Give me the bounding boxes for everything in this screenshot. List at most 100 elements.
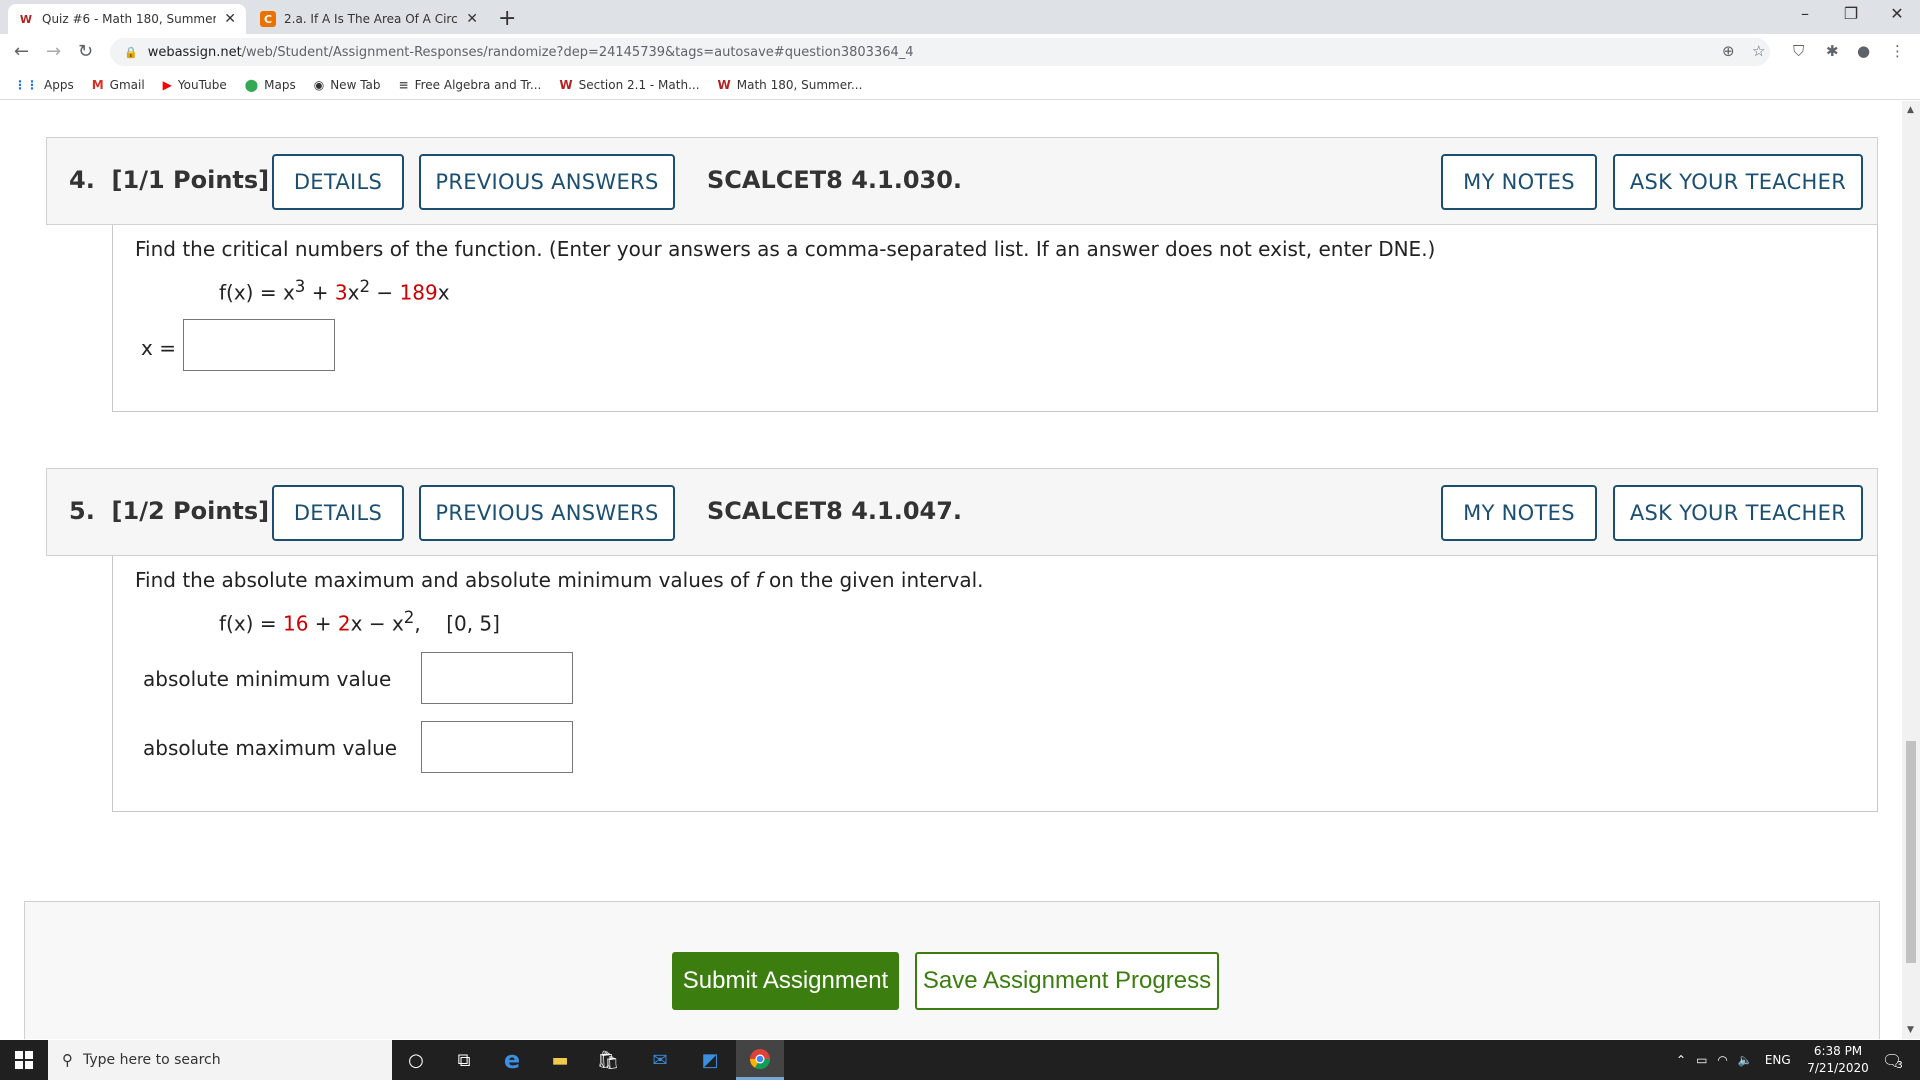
assignment-page: 4. [1/1 Points] DETAILS PREVIOUS ANSWERS…: [0, 101, 1902, 1039]
question-5-formula: f(x) = 16 + 2x − x2, [0, 5]: [219, 608, 500, 636]
book-icon: ≡: [398, 77, 409, 92]
chrome-logo-icon: [749, 1048, 771, 1069]
extensions-puzzle-icon[interactable]: ✱: [1826, 42, 1839, 60]
webassign-icon: W: [717, 77, 731, 92]
question-4-answer-label: x =: [141, 336, 176, 360]
page-scrollbar[interactable]: ▲ ▼: [1902, 101, 1920, 1039]
apps-grid-icon: ⋮⋮: [14, 77, 38, 92]
new-tab-icon[interactable]: +: [498, 6, 516, 31]
wifi-icon[interactable]: ◠: [1717, 1053, 1727, 1067]
tab-title: Quiz #6 - Math 180, Summer 1 2: [42, 12, 217, 26]
question-5-code: SCALCET8 4.1.047.: [707, 497, 963, 525]
chrome-icon[interactable]: [736, 1040, 784, 1080]
reload-icon[interactable]: ↻: [78, 41, 93, 62]
bookmark-free-algebra[interactable]: ≡ Free Algebra and Tr...: [399, 78, 542, 92]
question-5-header: 5. [1/2 Points] DETAILS PREVIOUS ANSWERS…: [46, 468, 1878, 556]
question-4-prompt: Find the critical numbers of the functio…: [135, 237, 1436, 261]
question-5-number: 5. [1/2 Points]: [69, 497, 270, 525]
question-5-prompt: Find the absolute maximum and absolute m…: [135, 568, 984, 592]
bookmarks-bar: ⋮⋮ Apps M Gmail ▶ YouTube ⬤ Maps ◉ New Tab ≡ F…: [0, 70, 1920, 100]
tab-quiz[interactable]: W Quiz #6 - Math 180, Summer 1 2 ✕: [8, 4, 246, 34]
bookmark-new-tab[interactable]: ◉ New Tab: [314, 78, 381, 92]
restore-icon[interactable]: ❐: [1828, 4, 1874, 23]
mail-icon[interactable]: ✉: [636, 1040, 684, 1080]
submit-panel: Submit Assignment Save Assignment Progre…: [24, 901, 1880, 1039]
menu-kebab-icon[interactable]: ⋮: [1890, 42, 1905, 60]
question-4-answer-input[interactable]: [183, 319, 335, 371]
globe-icon: ◉: [313, 77, 325, 92]
chegg-icon: C: [260, 11, 276, 27]
bookmark-gmail[interactable]: M Gmail: [92, 78, 145, 92]
question-4-ask-teacher-button[interactable]: ASK YOUR TEACHER: [1613, 154, 1863, 210]
url-host: webassign.net: [147, 44, 242, 60]
bookmark-maps[interactable]: ⬤ Maps: [245, 78, 296, 92]
absolute-minimum-label: absolute minimum value: [143, 667, 392, 691]
app-icon[interactable]: ◩: [686, 1040, 734, 1080]
search-icon: ⚲: [62, 1051, 73, 1069]
bookmark-math-180[interactable]: W Math 180, Summer...: [718, 78, 863, 92]
bookmark-section-2-1[interactable]: W Section 2.1 - Math...: [559, 78, 699, 92]
question-4-details-button[interactable]: DETAILS: [272, 154, 404, 210]
system-tray[interactable]: ⌃ ▭ ◠ 🔈 ENG: [1676, 1040, 1791, 1080]
bookmark-star-icon[interactable]: ☆: [1752, 42, 1765, 60]
question-4-body: Find the critical numbers of the functio…: [112, 225, 1878, 412]
scroll-up-icon[interactable]: ▲: [1907, 105, 1914, 115]
tray-chevron-icon[interactable]: ⌃: [1676, 1053, 1686, 1067]
language-indicator[interactable]: ENG: [1765, 1053, 1791, 1067]
gmail-icon: M: [91, 77, 104, 92]
forward-icon[interactable]: →: [46, 41, 61, 62]
notification-count: 3: [1896, 1059, 1903, 1071]
minimize-icon[interactable]: –: [1782, 4, 1828, 23]
back-icon[interactable]: ←: [14, 41, 29, 62]
webassign-icon: W: [19, 12, 33, 26]
clock-date: 7/21/2020: [1807, 1061, 1869, 1075]
edge-icon[interactable]: e: [488, 1040, 536, 1080]
tab-chegg[interactable]: C 2.a. If A Is The Area Of A Circle W ✕: [250, 4, 488, 34]
question-5-ask-teacher-button[interactable]: ASK YOUR TEACHER: [1613, 485, 1863, 541]
zoom-icon[interactable]: ⊕: [1722, 42, 1735, 60]
task-view-icon[interactable]: ⧉: [440, 1040, 488, 1080]
question-4-my-notes-button[interactable]: MY NOTES: [1441, 154, 1597, 210]
taskbar-search-box[interactable]: ⚲ Type here to search: [48, 1040, 392, 1080]
absolute-maximum-input[interactable]: [421, 721, 573, 773]
profile-avatar-icon[interactable]: ●: [1857, 42, 1870, 60]
maps-pin-icon: ⬤: [244, 77, 259, 92]
windows-logo-icon: [15, 1051, 33, 1069]
question-4-number: 4. [1/1 Points]: [69, 166, 270, 194]
address-row: ← → ↻ 🔒 webassign.net/web/Student/Assign…: [0, 34, 1920, 70]
file-explorer-icon[interactable]: ▬: [536, 1040, 584, 1080]
url-bar[interactable]: 🔒 webassign.net/web/Student/Assignment-R…: [110, 38, 1770, 66]
submit-assignment-button[interactable]: Submit Assignment: [672, 952, 899, 1010]
volume-icon[interactable]: 🔈: [1738, 1053, 1753, 1067]
question-4-code: SCALCET8 4.1.030.: [707, 166, 963, 194]
notification-center-icon[interactable]: 🗨 3: [1882, 1040, 1903, 1080]
battery-icon[interactable]: ▭: [1696, 1053, 1707, 1067]
shield-extension-icon[interactable]: ⛉: [1793, 42, 1804, 60]
bookmark-apps[interactable]: ⋮⋮ Apps: [14, 78, 74, 92]
store-icon[interactable]: 🛍: [584, 1040, 632, 1080]
question-4-previous-answers-button[interactable]: PREVIOUS ANSWERS: [419, 154, 675, 210]
lock-icon: 🔒: [124, 45, 138, 59]
question-5-body: Find the absolute maximum and absolute m…: [112, 556, 1878, 812]
webassign-icon: W: [559, 77, 573, 92]
youtube-icon: ▶: [162, 77, 172, 92]
absolute-maximum-label: absolute maximum value: [143, 736, 398, 760]
question-5-previous-answers-button[interactable]: PREVIOUS ANSWERS: [419, 485, 675, 541]
question-5-details-button[interactable]: DETAILS: [272, 485, 404, 541]
close-tab-icon[interactable]: ✕: [224, 11, 236, 27]
close-window-icon[interactable]: ✕: [1874, 4, 1920, 23]
scroll-down-icon[interactable]: ▼: [1907, 1025, 1914, 1035]
windows-taskbar: ⚲ Type here to search ○ ⧉ e ▬ 🛍 ✉ ◩ ⌃ ▭ …: [0, 1040, 1920, 1080]
taskbar-clock[interactable]: 6:38 PM 7/21/2020: [1800, 1043, 1876, 1077]
clock-time: 6:38 PM: [1813, 1044, 1863, 1058]
question-5-my-notes-button[interactable]: MY NOTES: [1441, 485, 1597, 541]
save-progress-button[interactable]: Save Assignment Progress: [915, 952, 1219, 1010]
cortana-icon[interactable]: ○: [392, 1040, 440, 1080]
bookmark-youtube[interactable]: ▶ YouTube: [163, 78, 227, 92]
windows-start-button[interactable]: [0, 1040, 48, 1080]
browser-tab-bar: W Quiz #6 - Math 180, Summer 1 2 ✕ C 2.a…: [0, 0, 1920, 34]
absolute-minimum-input[interactable]: [421, 652, 573, 704]
question-4-formula: f(x) = x3 + 3x2 − 189x: [219, 277, 450, 305]
scrollbar-thumb[interactable]: [1906, 741, 1916, 963]
close-tab-icon[interactable]: ✕: [466, 11, 478, 27]
